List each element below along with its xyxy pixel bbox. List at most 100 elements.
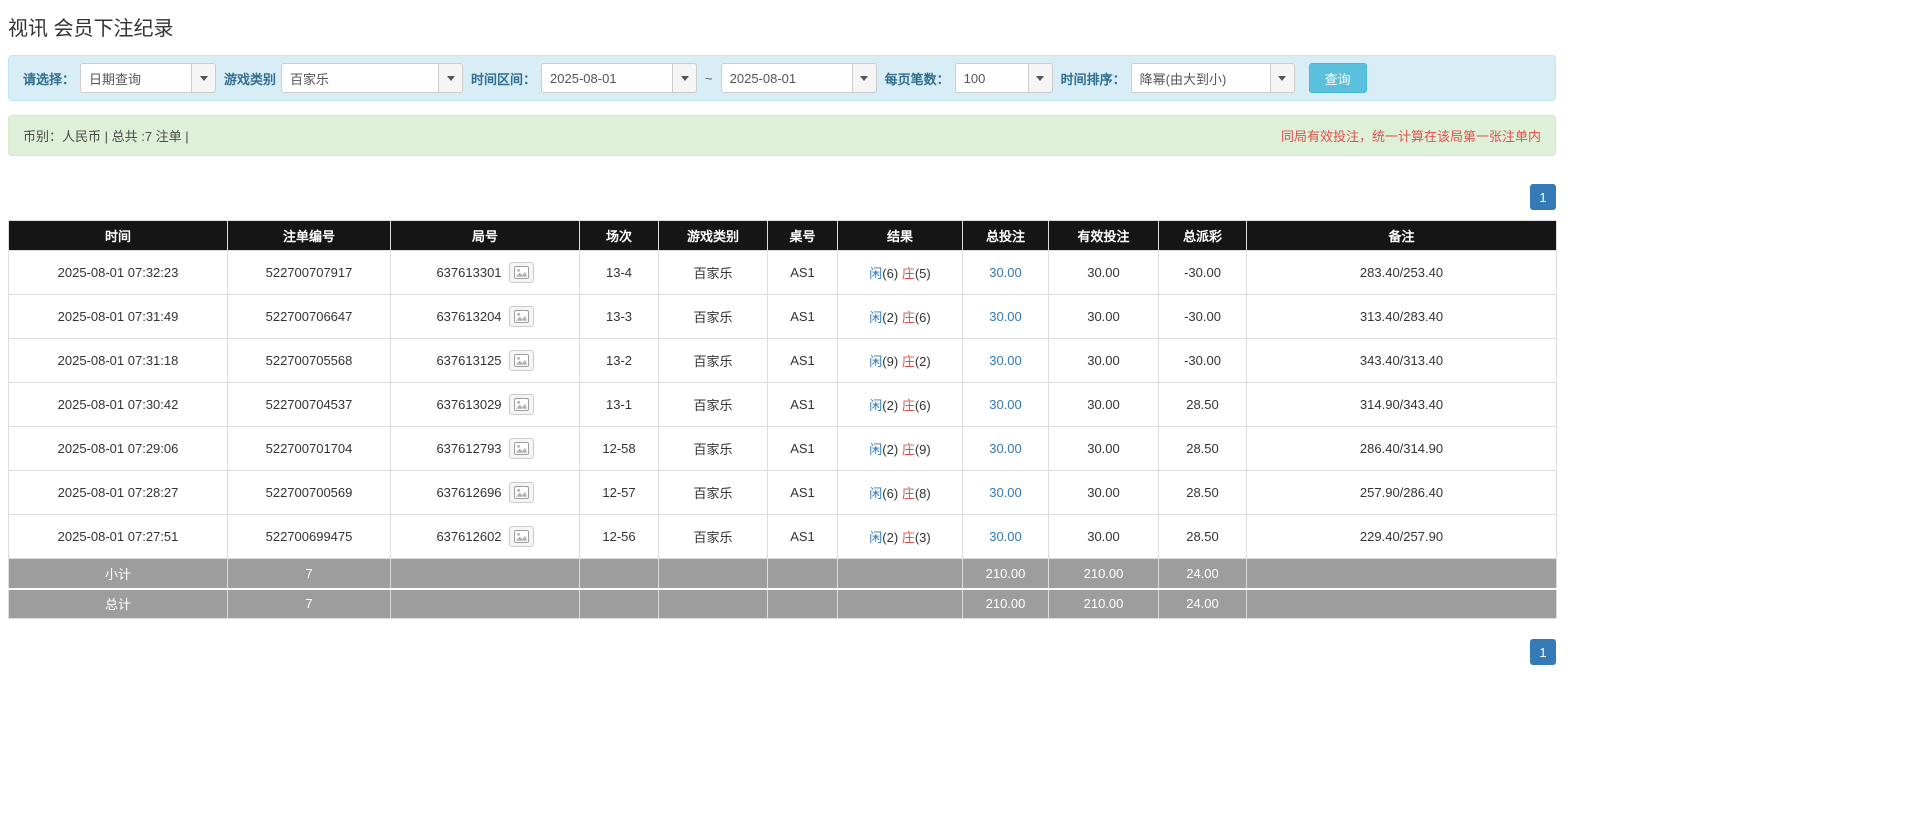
footer-empty-cell [579, 558, 659, 589]
valid-bet-cell: 30.00 [1048, 294, 1159, 339]
sort-order-input[interactable] [1130, 63, 1271, 93]
picture-icon [513, 266, 529, 279]
column-header: 备注 [1246, 220, 1557, 251]
round-number: 637613301 [436, 265, 502, 280]
footer-valid-bet-cell: 210.00 [1048, 587, 1159, 619]
round-cell: 637612602 [390, 514, 580, 559]
page-size-combo [954, 63, 1053, 93]
page-size-input[interactable] [954, 63, 1029, 93]
picture-icon [513, 310, 529, 323]
column-header: 场次 [579, 220, 659, 251]
query-type-input[interactable] [80, 63, 193, 93]
date-to-input[interactable] [720, 63, 853, 93]
roadmap-image-button[interactable] [508, 526, 534, 547]
payout-cell: -30.00 [1158, 294, 1247, 339]
table-row: 2025-08-01 07:30:42 522700704537 637613029… [8, 382, 1557, 427]
round-cell: 637612793 [390, 426, 580, 471]
total-bet-link[interactable]: 30.00 [989, 397, 1022, 412]
bet-records-table: 时间 注单编号 局号 场次 游戏类别 桌号 结果 总投注 有效投注 总派彩 备注 2025-08-0… [8, 220, 1557, 619]
bet-id-cell: 522700707917 [227, 250, 391, 295]
roadmap-image-button[interactable] [508, 350, 534, 371]
table-number-cell: AS1 [767, 382, 838, 427]
payout-cell: 28.50 [1158, 514, 1247, 559]
total-bet-link[interactable]: 30.00 [989, 265, 1022, 280]
footer-payout-cell: 24.00 [1158, 558, 1247, 589]
result-cell: 闲(2) 庄(9) [837, 426, 963, 471]
footer-empty-cell [837, 558, 963, 589]
round-number: 637613125 [436, 353, 502, 368]
pagination-page-button[interactable]: 1 [1530, 184, 1556, 210]
date-from-dropdown-button[interactable] [673, 63, 698, 93]
picture-icon [513, 486, 529, 499]
banker-result-label: 庄 [901, 310, 915, 325]
footer-empty-cell [767, 587, 838, 619]
game-type-dropdown-button[interactable] [439, 63, 464, 93]
roadmap-image-button[interactable] [508, 482, 534, 503]
pagination-bottom: 1 [8, 639, 1556, 665]
round-cell: 637613204 [390, 294, 580, 339]
footer-remark-cell [1246, 558, 1557, 589]
roadmap-image-button[interactable] [508, 306, 534, 327]
player-result-score: (6) [882, 486, 899, 501]
footer-empty-cell [837, 587, 963, 619]
result-cell: 闲(6) 庄(8) [837, 470, 963, 515]
total-bet-link[interactable]: 30.00 [989, 441, 1022, 456]
roadmap-image-button[interactable] [508, 394, 534, 415]
roadmap-image-button[interactable] [508, 438, 534, 459]
game-type-cell: 百家乐 [658, 470, 768, 515]
date-from-combo [541, 63, 698, 93]
total-bet-link[interactable]: 30.00 [989, 353, 1022, 368]
date-from-input[interactable] [541, 63, 674, 93]
query-type-dropdown-button[interactable] [192, 63, 217, 93]
table-number-cell: AS1 [767, 294, 838, 339]
total-bet-link[interactable]: 30.00 [989, 309, 1022, 324]
game-type-input[interactable] [281, 63, 440, 93]
banker-result-label: 庄 [901, 354, 915, 369]
total-bet-cell: 30.00 [962, 250, 1049, 295]
banker-result-score: (8) [914, 486, 931, 501]
total-bet-link[interactable]: 30.00 [989, 485, 1022, 500]
game-type-cell: 百家乐 [658, 382, 768, 427]
footer-empty-cell [658, 587, 768, 619]
pagination-page-button[interactable]: 1 [1530, 639, 1556, 665]
chevron-down-icon [446, 75, 455, 81]
page-size-dropdown-button[interactable] [1028, 63, 1053, 93]
round-number: 637613029 [436, 397, 502, 412]
range-separator: ~ [705, 70, 713, 86]
banker-result-score: (3) [914, 530, 931, 545]
valid-bet-cell: 30.00 [1048, 426, 1159, 471]
chevron-down-icon [1036, 75, 1045, 81]
column-header: 局号 [390, 220, 580, 251]
result-cell: 闲(6) 庄(5) [837, 250, 963, 295]
valid-bet-cell: 30.00 [1048, 338, 1159, 383]
banker-result-score: (5) [914, 266, 931, 281]
player-result-label: 闲 [869, 486, 883, 501]
column-header: 桌号 [767, 220, 838, 251]
table-row: 2025-08-01 07:27:51 522700699475 637612602… [8, 514, 1557, 559]
remark-cell: 257.90/286.40 [1246, 470, 1557, 515]
player-result-score: (2) [882, 442, 899, 457]
time-cell: 2025-08-01 07:31:18 [8, 338, 228, 383]
picture-icon [513, 354, 529, 367]
remark-cell: 283.40/253.40 [1246, 250, 1557, 295]
column-header: 总投注 [962, 220, 1049, 251]
summary-currency-count: 币别：人民币 | 总共 :7 注单 | [23, 129, 189, 144]
search-button[interactable]: 查询 [1308, 63, 1367, 93]
time-cell: 2025-08-01 07:28:27 [8, 470, 228, 515]
sort-order-dropdown-button[interactable] [1270, 63, 1295, 93]
table-row: 2025-08-01 07:31:18 522700705568 637613125… [8, 338, 1557, 383]
valid-bet-cell: 30.00 [1048, 514, 1159, 559]
date-to-dropdown-button[interactable] [852, 63, 877, 93]
total-bet-cell: 30.00 [962, 382, 1049, 427]
total-row: 总计 7 210.00 210.00 24.00 [8, 587, 1557, 619]
remark-cell: 343.40/313.40 [1246, 338, 1557, 383]
roadmap-image-button[interactable] [508, 262, 534, 283]
total-bet-link[interactable]: 30.00 [989, 529, 1022, 544]
banker-result-score: (9) [914, 442, 931, 457]
chevron-down-icon [1278, 75, 1287, 81]
time-cell: 2025-08-01 07:32:23 [8, 250, 228, 295]
result-cell: 闲(2) 庄(6) [837, 382, 963, 427]
table-number-cell: AS1 [767, 250, 838, 295]
footer-empty-cell [767, 558, 838, 589]
table-number-cell: AS1 [767, 470, 838, 515]
